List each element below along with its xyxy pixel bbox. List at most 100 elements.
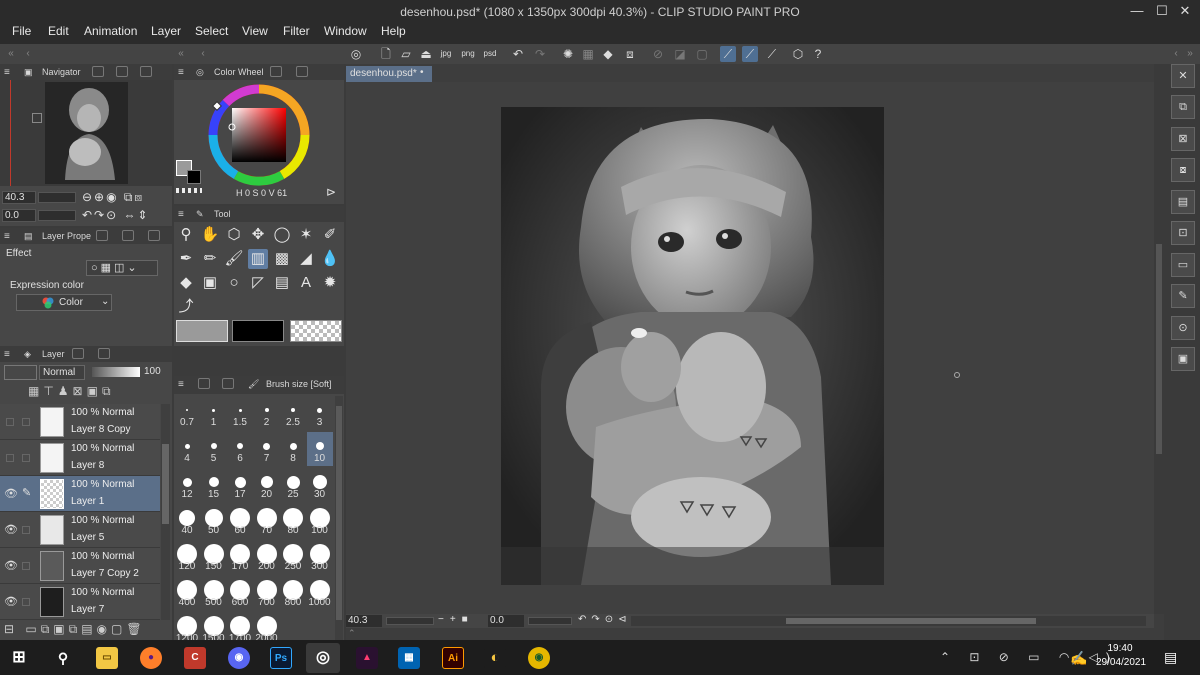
minimize-button[interactable]: — xyxy=(1128,3,1146,18)
animation-cels-tab-icon[interactable] xyxy=(72,348,84,359)
transparent-color-box[interactable] xyxy=(290,320,342,342)
collapse-up-icon[interactable]: ⌃ xyxy=(348,628,356,639)
chrome-canary-icon[interactable]: ◉ xyxy=(528,647,550,669)
invert-selection-icon[interactable]: ◪ xyxy=(672,46,688,62)
effect-selector[interactable]: ○▦◫⌄ xyxy=(86,260,158,276)
status-rotate-field[interactable]: 0.0 xyxy=(488,615,524,627)
palette-camera-icon[interactable]: ⊙ xyxy=(1171,316,1195,340)
status-rotate-slider[interactable] xyxy=(528,617,572,625)
navigator-zoom-controls[interactable]: ⊖⊕◉ ⧉⧇ xyxy=(82,190,144,205)
palette-gallery-icon[interactable]: ▣ xyxy=(1171,347,1195,371)
eyedropper-tool-icon[interactable]: ✐ xyxy=(320,225,340,245)
brush-size-preset[interactable]: 600 xyxy=(227,576,253,610)
tool-property-tab-icon[interactable] xyxy=(222,378,234,389)
firefox-icon[interactable]: ● xyxy=(140,647,162,669)
brush-size-preset[interactable]: 10 xyxy=(306,432,333,466)
collapse-left-icon[interactable]: « xyxy=(3,46,19,62)
brush-size-preset[interactable]: 40 xyxy=(174,504,200,538)
blend-tool-icon[interactable]: 💧 xyxy=(320,249,340,269)
brush-size-preset[interactable]: 170 xyxy=(227,540,253,574)
export-jpg-icon[interactable]: jpg xyxy=(438,46,454,62)
brush-size-preset[interactable]: 17 xyxy=(227,468,253,502)
brush-size-preset[interactable]: 200 xyxy=(254,540,280,574)
layer-name[interactable]: Layer 7 xyxy=(71,604,104,615)
brush-size-preset[interactable]: 7 xyxy=(254,432,280,466)
history-tab-icon[interactable] xyxy=(96,230,108,241)
layer-color-selector[interactable] xyxy=(4,365,37,380)
magic-wand-tool-icon[interactable]: ✶ xyxy=(296,225,316,245)
airbrush-tool-icon[interactable]: ▥ xyxy=(248,249,268,269)
brush-size-preset[interactable]: 20 xyxy=(254,468,280,502)
item-bank-tab-icon[interactable] xyxy=(116,66,128,77)
clock[interactable]: 19:40 29/04/2021 xyxy=(1096,643,1146,668)
menu-select[interactable]: Select xyxy=(195,24,228,38)
brush-scroll-thumb[interactable] xyxy=(336,406,342,620)
canvas-vertical-scrollbar[interactable] xyxy=(1154,64,1164,614)
menu-edit[interactable]: Edit xyxy=(48,24,69,38)
navigator-rotate-controls[interactable]: ↶↷⊙ ⇔⇕ xyxy=(82,208,150,222)
brush-size-preset[interactable]: 700 xyxy=(254,576,280,610)
canvas-viewport[interactable] xyxy=(346,82,1154,614)
layer-row[interactable]: 👁 100 % Normal Layer 7 xyxy=(0,584,160,620)
layer-options-toolbar[interactable]: ▦⊤♟⊠▣⧉ xyxy=(28,384,115,399)
panel-menu-icon[interactable]: ≡ xyxy=(178,67,184,78)
brush-size-preset[interactable]: 300 xyxy=(307,540,333,574)
brush-size-preset[interactable]: 1500 xyxy=(201,612,227,640)
navigator-rotate-slider[interactable] xyxy=(38,210,76,221)
layer-name[interactable]: Layer 8 xyxy=(71,460,104,471)
chevron-left-icon[interactable]: ‹ xyxy=(20,46,36,62)
layer-row[interactable]: 👁 100 % Normal Layer 7 Copy 2 xyxy=(0,548,160,584)
status-rotate-controls[interactable]: ↶↷⊙⊲ xyxy=(578,614,632,625)
menu-window[interactable]: Window xyxy=(324,24,367,38)
lasso-tool-icon[interactable]: ◯ xyxy=(272,225,292,245)
opacity-slider[interactable] xyxy=(92,367,140,377)
chevron-left-icon[interactable]: ‹ xyxy=(195,46,211,62)
color-wheel[interactable] xyxy=(204,82,314,188)
brush-size-preset[interactable]: 15 xyxy=(201,468,227,502)
open-folder-icon[interactable]: ▱ xyxy=(398,46,414,62)
brush-size-preset[interactable]: 3 xyxy=(307,396,333,430)
palette-material-icon[interactable]: ⧇ xyxy=(1171,158,1195,182)
brush-size-preset[interactable]: 2.5 xyxy=(280,396,306,430)
brush-size-preset[interactable]: 1700 xyxy=(227,612,253,640)
assets-icon[interactable]: ⬡ xyxy=(790,46,806,62)
close-button[interactable]: ✕ xyxy=(1176,3,1194,19)
sub-color-box[interactable] xyxy=(232,320,284,342)
sub-view-tab-icon[interactable] xyxy=(92,66,104,77)
menu-view[interactable]: View xyxy=(242,24,268,38)
palette-edit-icon[interactable]: ✎ xyxy=(1171,284,1195,308)
brush-size-preset[interactable]: 400 xyxy=(174,576,200,610)
file-explorer-icon[interactable]: ▭ xyxy=(96,647,118,669)
brush-tool-icon[interactable]: 🖌 xyxy=(224,249,244,269)
transform-icon[interactable]: ⧈ xyxy=(622,46,638,62)
layer-name[interactable]: Layer 7 Copy 2 xyxy=(71,568,139,579)
pen-settings-icon[interactable]: ✍ xyxy=(1070,650,1087,667)
text-tool-icon[interactable]: A xyxy=(296,273,316,293)
eye-icon[interactable]: 👁 xyxy=(4,559,18,572)
illustrator-icon[interactable]: Ai xyxy=(442,647,464,669)
palette-layer-icon[interactable]: ⊠ xyxy=(1171,127,1195,151)
color-mode-toggle-icon[interactable]: ⊳ xyxy=(326,185,336,199)
lock-toggle[interactable] xyxy=(22,598,30,606)
navigator-preview-area[interactable] xyxy=(0,80,172,186)
navigator-zoom-field[interactable]: 40.3 xyxy=(2,191,36,204)
system-tray-icons[interactable]: ⌃ ⊡ ⊘ ▭ ◠ ◁) xyxy=(940,650,1118,664)
lock-toggle[interactable] xyxy=(22,454,30,462)
ruler-tool-icon[interactable]: ▤ xyxy=(272,273,292,293)
layer-name[interactable]: Layer 8 Copy xyxy=(71,424,130,435)
status-zoom-field[interactable]: 40.3 xyxy=(346,615,382,627)
panel-menu-icon[interactable]: ≡ xyxy=(4,67,10,78)
selection-border-icon[interactable]: ▢ xyxy=(694,46,710,62)
collapse-left-icon[interactable]: « xyxy=(173,46,189,62)
move-layer-tool-icon[interactable]: ✥ xyxy=(248,225,268,245)
transparent-color-swatch[interactable] xyxy=(176,188,202,193)
fill-tool-icon[interactable]: ◆ xyxy=(176,273,196,293)
brush-size-preset[interactable]: 60 xyxy=(227,504,253,538)
material-tab-icon[interactable] xyxy=(98,348,110,359)
navigator-zoom-slider[interactable] xyxy=(38,192,76,203)
app-icon[interactable]: ◐ xyxy=(484,647,506,669)
search-icon[interactable]: ⚲ xyxy=(52,647,74,669)
layer-row[interactable]: 👁 100 % Normal Layer 5 xyxy=(0,512,160,548)
brush-size-preset[interactable]: 25 xyxy=(280,468,306,502)
brush-size-preset[interactable]: 8 xyxy=(280,432,306,466)
